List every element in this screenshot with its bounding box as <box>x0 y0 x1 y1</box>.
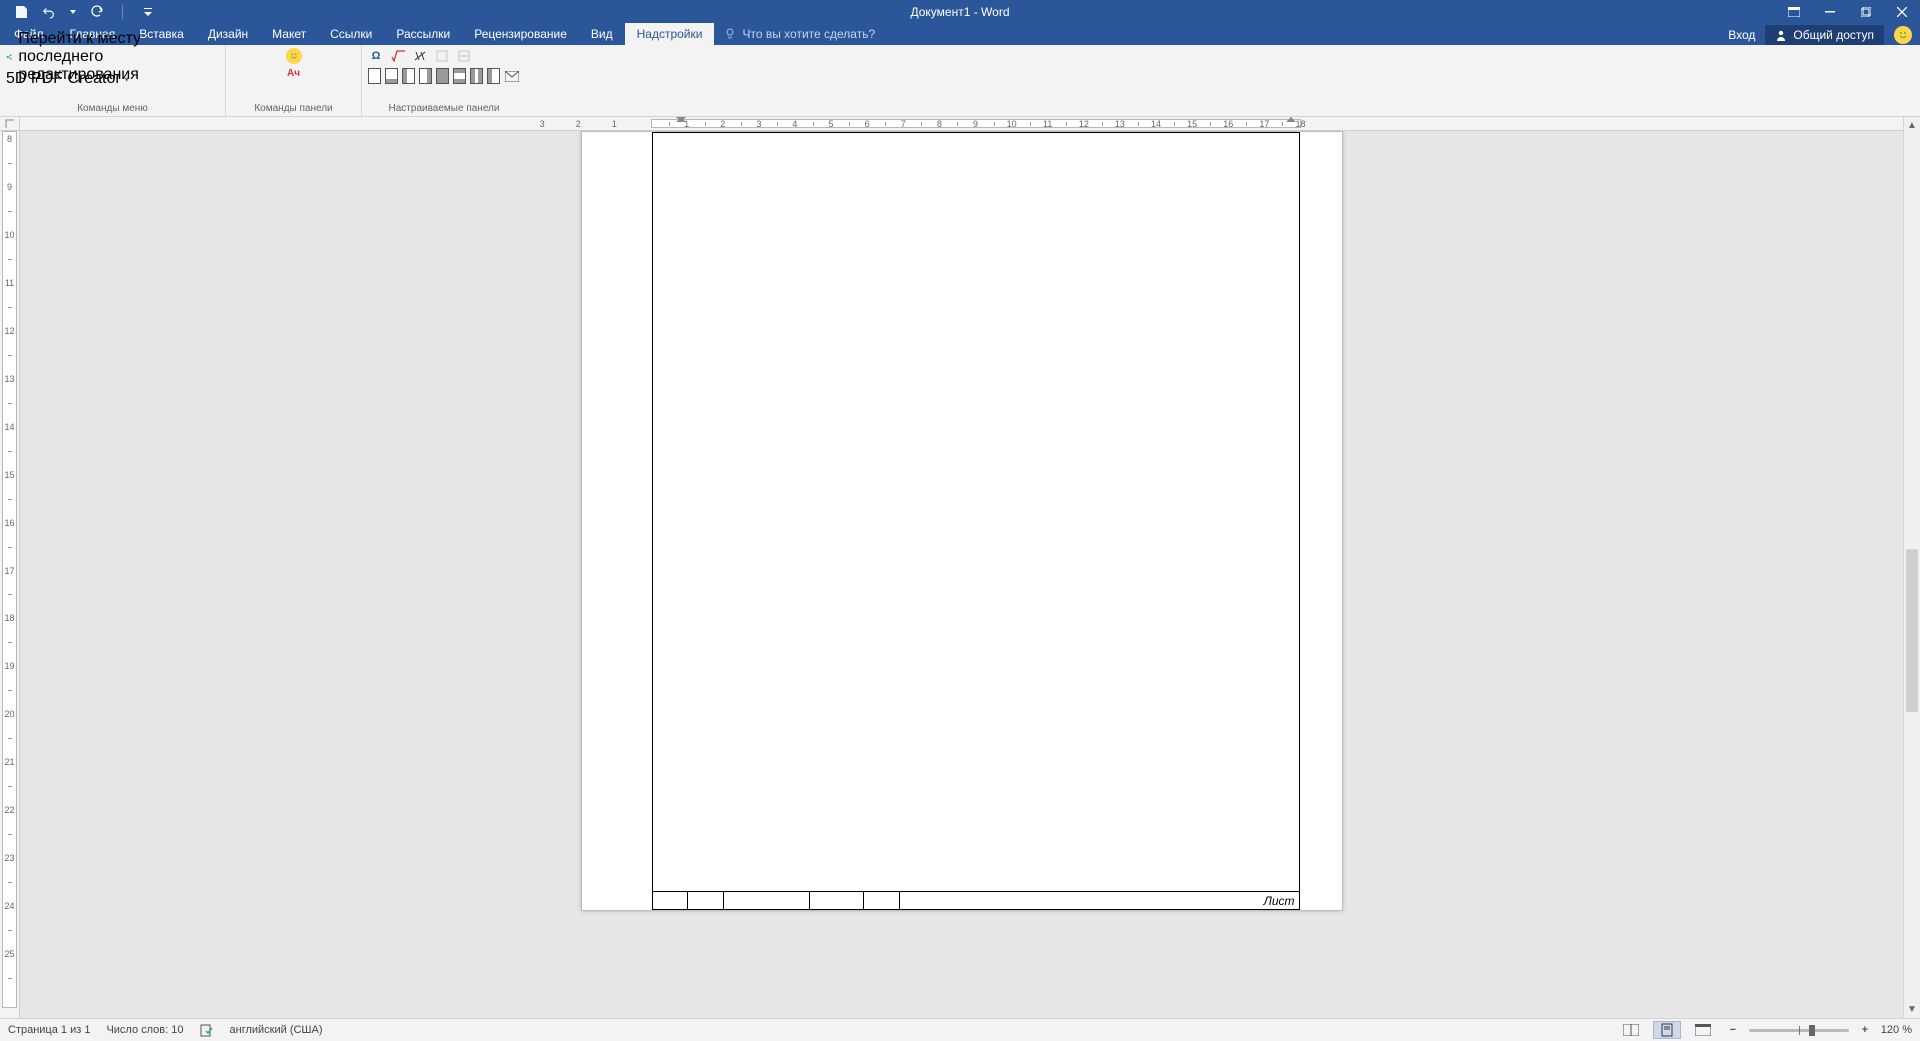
border-leftright-icon[interactable] <box>470 68 483 84</box>
pdf-creator-label: 5D PDF Creator <box>6 70 121 88</box>
vertical-ruler[interactable]: 8910111213141516171819202122232425 <box>0 117 20 1018</box>
titleblock-cell-3 <box>724 892 810 910</box>
status-word-count[interactable]: Число слов: 10 <box>106 1024 183 1036</box>
border-left2-icon[interactable] <box>487 68 500 84</box>
smiley-icon[interactable] <box>286 48 302 64</box>
status-language[interactable]: английский (США) <box>230 1024 323 1036</box>
tab-review[interactable]: Рецензирование <box>462 23 579 45</box>
zoom-level[interactable]: 120 % <box>1881 1024 1912 1036</box>
titleblock-cell-1 <box>652 892 688 910</box>
undo-icon[interactable] <box>42 5 56 19</box>
tell-me-placeholder: Что вы хотите сделать? <box>742 27 875 41</box>
window-title: Документ1 - Word <box>910 5 1009 19</box>
scroll-up-icon[interactable]: ▲ <box>1904 117 1920 134</box>
strikethrough-icon[interactable] <box>412 48 428 64</box>
view-web-layout-button[interactable] <box>1689 1021 1717 1039</box>
zoom-out-button[interactable]: − <box>1725 1022 1741 1038</box>
minimize-button[interactable] <box>1812 0 1848 23</box>
save-icon[interactable] <box>14 5 28 19</box>
titleblock-sheet-label: Лист <box>1264 894 1295 908</box>
scroll-down-icon[interactable]: ▼ <box>1904 1001 1920 1018</box>
person-icon <box>1775 29 1787 41</box>
status-right: − + 120 % <box>1617 1021 1912 1039</box>
redo-icon[interactable] <box>90 5 104 19</box>
ribbon-group-toolbar-commands: Ач Команды панели инструментов <box>226 45 362 116</box>
status-page[interactable]: Страница 1 из 1 <box>8 1024 90 1036</box>
horizontal-ruler[interactable]: 321123456789101112131415161718 <box>20 117 1903 131</box>
quick-access-toolbar <box>0 5 155 19</box>
tab-layout[interactable]: Макет <box>260 23 318 45</box>
view-read-mode-button[interactable] <box>1617 1021 1645 1039</box>
share-label: Общий доступ <box>1793 28 1874 42</box>
customize-qat-icon[interactable] <box>141 5 155 19</box>
zoom-handle[interactable] <box>1809 1025 1815 1036</box>
ribbon-group-custom-toolbars: Ω Настраиваемые панели инструментов <box>362 45 526 116</box>
border-left-icon[interactable] <box>402 68 415 84</box>
status-bar: Страница 1 из 1 Число слов: 10 английски… <box>0 1018 1920 1041</box>
group-label-menu-commands: Команды меню <box>0 103 225 116</box>
tab-mailings[interactable]: Рассылки <box>384 23 462 45</box>
group-label-toolbar-commands: Команды панели инструментов <box>226 103 361 116</box>
undo-dropdown-icon[interactable] <box>70 5 76 19</box>
goto-last-edit-icon <box>6 51 14 63</box>
lightbulb-icon <box>724 28 736 40</box>
zoom-slider[interactable] <box>1749 1029 1849 1032</box>
vertical-scrollbar[interactable]: ▲ ▼ <box>1903 117 1920 1018</box>
titleblock-cell-5 <box>864 892 900 910</box>
page-frame <box>652 132 1300 892</box>
abbyy-icon[interactable]: Ач <box>287 68 300 79</box>
tab-view[interactable]: Вид <box>579 23 625 45</box>
box-disabled-1-icon <box>434 48 450 64</box>
maximize-button[interactable] <box>1848 0 1884 23</box>
border-all-icon[interactable] <box>436 68 449 84</box>
spellcheck-icon[interactable] <box>200 1023 214 1037</box>
titleblock-cell-2 <box>688 892 724 910</box>
box-disabled-2-icon <box>456 48 472 64</box>
title-bar: Документ1 - Word <box>0 0 1920 23</box>
ribbon-group-menu-commands: Перейти к месту последнего редактировани… <box>0 45 226 116</box>
sqrt-icon[interactable] <box>390 48 406 64</box>
ribbon-tab-row: Файл Главная Вставка Дизайн Макет Ссылки… <box>0 23 1920 45</box>
titleblock-cell-4 <box>810 892 864 910</box>
tab-references[interactable]: Ссылки <box>318 23 384 45</box>
scroll-thumb[interactable] <box>1906 549 1918 711</box>
page: Лист <box>581 131 1343 911</box>
omega-icon[interactable]: Ω <box>368 48 384 64</box>
window-controls <box>1776 0 1920 23</box>
titleblock-cell-6: Лист <box>900 892 1300 910</box>
page-title-block: Лист <box>652 892 1300 910</box>
tell-me-search[interactable]: Что вы хотите сделать? <box>714 23 885 45</box>
chevron-down-icon: ▾ <box>125 75 129 84</box>
qat-separator <box>122 5 123 19</box>
zoom-in-button[interactable]: + <box>1857 1022 1873 1038</box>
view-print-layout-button[interactable] <box>1653 1021 1681 1039</box>
ruler-corner-icon[interactable] <box>0 117 19 131</box>
border-topbottom-icon[interactable] <box>453 68 466 84</box>
border-bottom-icon[interactable] <box>385 68 398 84</box>
share-button[interactable]: Общий доступ <box>1765 25 1884 45</box>
goto-last-edit-button[interactable]: Перейти к месту последнего редактировани… <box>6 48 219 66</box>
close-button[interactable] <box>1884 0 1920 23</box>
tab-right-controls: Вход Общий доступ <box>1728 25 1920 45</box>
document-area[interactable]: Лист <box>20 131 1903 1018</box>
main-column: ˄ 321123456789101112131415161718 Лист <box>20 117 1903 1018</box>
ribbon-display-options-icon[interactable] <box>1776 0 1812 23</box>
group-label-custom-toolbars: Настраиваемые панели инструментов <box>362 103 526 116</box>
workspace: 8910111213141516171819202122232425 ˄ 321… <box>0 117 1920 1018</box>
ribbon: Перейти к месту последнего редактировани… <box>0 45 1920 117</box>
feedback-smiley-icon[interactable] <box>1894 26 1912 44</box>
border-none-icon[interactable] <box>368 68 381 84</box>
sign-in-link[interactable]: Вход <box>1728 28 1755 42</box>
envelope-icon[interactable] <box>504 68 520 84</box>
tab-addins[interactable]: Надстройки <box>625 23 715 45</box>
border-right-icon[interactable] <box>419 68 432 84</box>
pdf-creator-button[interactable]: 5D PDF Creator ▾ <box>6 70 219 88</box>
zoom-center-tick <box>1799 1026 1800 1035</box>
